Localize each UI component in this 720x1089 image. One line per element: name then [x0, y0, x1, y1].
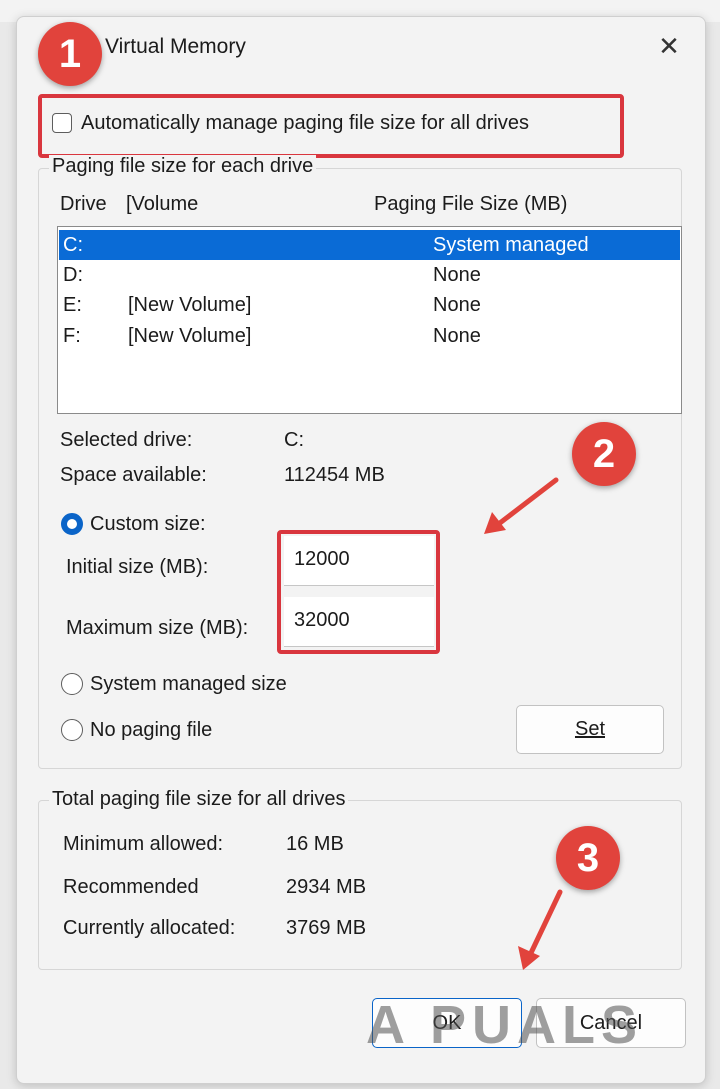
step-badge-1: 1 [38, 22, 102, 86]
currently-allocated-label: Currently allocated: [63, 917, 236, 939]
drive-letter: C: [63, 234, 83, 256]
auto-manage-label[interactable]: Automatically manage paging file size fo… [81, 112, 529, 135]
drive-row-d[interactable]: D: None [59, 260, 680, 290]
recommended-label: Recommended [63, 876, 199, 898]
drive-paging-size: None [433, 294, 481, 316]
recommended-value: 2934 MB [286, 876, 367, 898]
set-button-label: Set [574, 718, 606, 740]
currently-allocated-value: 3769 MB [286, 917, 367, 939]
column-header-volume: [Volume [126, 193, 199, 215]
step-number: 2 [592, 432, 616, 476]
drive-row-c[interactable]: C: System managed [59, 230, 680, 260]
close-icon: ✕ [658, 31, 680, 61]
drive-letter: F: [63, 325, 81, 347]
maximum-size-label: Maximum size (MB): [66, 617, 249, 639]
system-managed-radio[interactable] [61, 673, 83, 695]
drive-letter: D: [63, 264, 83, 286]
no-paging-radio[interactable] [61, 719, 83, 741]
step-number: 3 [576, 836, 600, 880]
drive-paging-size: System managed [433, 234, 589, 256]
drive-volume: [New Volume] [128, 294, 252, 316]
close-button[interactable]: ✕ [649, 31, 689, 63]
minimum-allowed-value: 16 MB [286, 833, 344, 855]
drive-volume: [New Volume] [128, 325, 252, 347]
watermark-logo: A PUALS [366, 994, 643, 1056]
custom-size-label[interactable]: Custom size: [90, 513, 206, 536]
step-badge-3: 3 [556, 826, 620, 890]
drive-list[interactable]: C: System managed D: None E: [New Volume… [57, 226, 682, 414]
custom-size-radio[interactable] [61, 513, 83, 535]
drive-letter: E: [63, 294, 82, 316]
space-available-label: Space available: [60, 464, 207, 486]
selected-drive-value: C: [284, 429, 304, 451]
step-badge-2: 2 [572, 422, 636, 486]
drive-paging-size: None [433, 325, 481, 347]
dialog-title: Virtual Memory [105, 35, 246, 58]
system-managed-label[interactable]: System managed size [90, 673, 287, 696]
column-header-drive: Drive [60, 193, 107, 215]
paging-group-label: Paging file size for each drive [49, 155, 317, 178]
title-bar: Virtual Memory ✕ [17, 17, 705, 77]
drive-row-f[interactable]: F: [New Volume] None [59, 321, 680, 351]
drive-paging-size: None [433, 264, 481, 286]
selected-drive-label: Selected drive: [60, 429, 193, 451]
step-number: 1 [58, 32, 82, 76]
drive-row-e[interactable]: E: [New Volume] None [59, 290, 680, 320]
column-header-size: Paging File Size (MB) [374, 193, 568, 215]
highlight-box-sizes [277, 530, 440, 654]
no-paging-label[interactable]: No paging file [90, 719, 212, 742]
initial-size-label: Initial size (MB): [66, 556, 209, 578]
total-group-label: Total paging file size for all drives [49, 788, 349, 811]
minimum-allowed-label: Minimum allowed: [63, 833, 224, 855]
set-button[interactable]: Set [516, 705, 664, 754]
watermark-text: A PUALS [366, 995, 644, 1055]
space-available-value: 112454 MB [284, 464, 385, 486]
auto-manage-checkbox[interactable] [52, 113, 72, 133]
